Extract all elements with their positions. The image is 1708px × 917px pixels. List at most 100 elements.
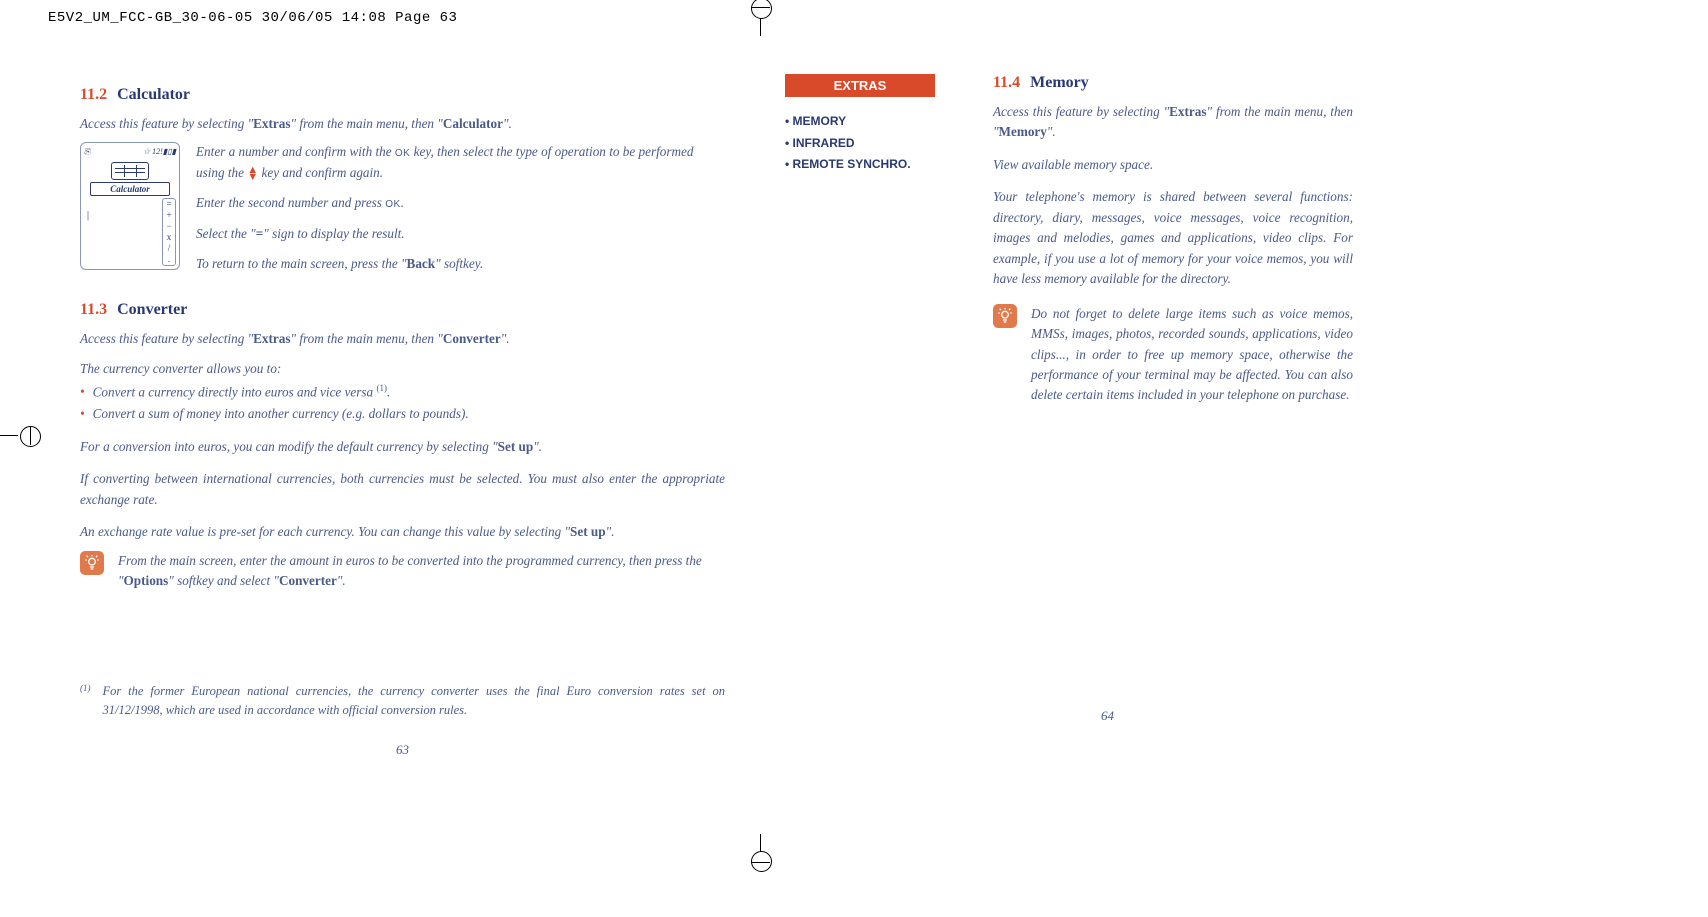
text: An exchange rate value is pre-set for ea… [80,524,570,539]
bullet-icon: • [80,382,85,403]
converter-bullet-2: • Convert a sum of money into another cu… [80,404,725,424]
phone-status-bar: ⎘ ☆ 12!▮▯▮ [84,147,176,159]
back-word: Back [407,256,436,271]
converter-p3: An exchange rate value is pre-set for ea… [80,522,725,542]
memory-tip: Do not forget to delete large items such… [993,304,1353,406]
crop-mark-bottom [760,834,761,852]
text: ". [501,331,510,346]
tip-icon [993,304,1017,328]
print-header: E5V2_UM_FCC-GB_30-06-05 30/06/05 14:08 P… [48,10,457,26]
crop-mark-top [760,18,761,36]
page-63: 11.2 Calculator Access this feature by s… [80,74,725,724]
calculator-instructions: Enter a number and confirm with the OK k… [196,142,725,284]
section-number: 11.4 [993,74,1020,91]
section-11-3-heading: 11.3 Converter [80,301,725,319]
converter-p1: For a conversion into euros, you can mod… [80,437,725,457]
nav-arrows-icon: ▲▼ [247,167,258,181]
memory-column: 11.4 Memory Access this feature by selec… [993,74,1353,670]
phone-illustration: ⎘ ☆ 12!▮▯▮ Calculator | =+−x/. [80,142,180,270]
section-title: Calculator [117,86,190,103]
text: " softkey. [435,256,483,271]
converter-lead: The currency converter allows you to: [80,359,725,379]
text: ". [1047,124,1056,139]
calc-step-1: Enter a number and confirm with the OK k… [196,142,725,183]
page-number-64: 64 [785,708,1430,724]
text: Access this feature by selecting " [80,116,253,131]
section-number: 11.2 [80,86,107,103]
memory-p1: View available memory space. [993,155,1353,175]
text: " from the main menu, then " [291,116,443,131]
text: ". [337,573,346,588]
text: Enter the second number and press [196,195,385,210]
ok-key: OK [385,199,400,210]
signal-icon: ☆ 12!▮▯▮ [143,147,176,159]
section-11-2-heading: 11.2 Calculator [80,86,725,104]
text: . [387,384,390,399]
calculator-word: Calculator [443,116,503,131]
memory-p2: Your telephone's memory is shared betwee… [993,187,1353,289]
text: ". [606,524,615,539]
text: Access this feature by selecting " [993,104,1169,119]
text: ". [503,116,512,131]
text: " softkey and select " [168,573,279,588]
extras-heading: EXTRAS [785,74,935,97]
section-title: Memory [1030,74,1089,91]
text: " sign to display the result. [263,226,404,241]
extras-word: Extras [1169,104,1206,119]
page-spread: 11.2 Calculator Access this feature by s… [80,74,1430,724]
page-number-63: 63 [80,742,725,758]
text: Enter a number and confirm with the [196,144,395,159]
calc-step-4: To return to the main screen, press the … [196,254,725,274]
converter-word: Converter [279,573,337,588]
page-64: EXTRAS MEMORY INFRARED REMOTE SYNCHRO. 1… [785,74,1430,724]
footnote-text: For the former European national currenc… [103,682,726,721]
extras-word: Extras [253,116,290,131]
section-11-4-heading: 11.4 Memory [993,74,1353,92]
converter-bullet-1: • Convert a currency directly into euros… [80,382,725,403]
extras-sidebar: EXTRAS MEMORY INFRARED REMOTE SYNCHRO. [785,74,955,670]
text: Access this feature by selecting " [80,331,253,346]
text: For a conversion into euros, you can mod… [80,439,498,454]
bullet-icon: • [80,404,85,424]
phone-label: Calculator [90,182,170,196]
calculator-block: ⎘ ☆ 12!▮▯▮ Calculator | =+−x/. Enter a n… [80,142,725,284]
phone-cursor: | [87,210,89,221]
section-number: 11.3 [80,301,107,318]
converter-p2: If converting between international curr… [80,469,725,510]
converter-tip: From the main screen, enter the amount i… [80,551,725,592]
setup-word: Set up [498,439,534,454]
calculator-intro: Access this feature by selecting "Extras… [80,114,725,134]
tip-icon [80,551,104,575]
footnote-1: (1) For the former European national cur… [80,682,725,721]
text: Select the " [196,226,256,241]
phone-keypad-icon [111,162,149,180]
text: key and confirm again. [258,165,383,180]
extras-item-remote-synchro: REMOTE SYNCHRO. [785,154,955,176]
section-title: Converter [117,301,187,318]
text: ". [533,439,542,454]
options-word: Options [124,573,169,588]
tip-text: From the main screen, enter the amount i… [118,551,725,592]
phone-operators: =+−x/. [162,198,176,266]
crop-mark-left [0,435,18,436]
footnote-ref: (1) [376,383,387,393]
text: Convert a sum of money into another curr… [93,404,469,424]
battery-icon: ⎘ [84,147,90,159]
extras-list: MEMORY INFRARED REMOTE SYNCHRO. [785,111,955,176]
footnote-marker: (1) [80,682,91,721]
ok-key: OK [395,148,410,159]
memory-intro: Access this feature by selecting "Extras… [993,102,1353,143]
extras-item-memory: MEMORY [785,111,955,133]
converter-intro: Access this feature by selecting "Extras… [80,329,725,349]
extras-word: Extras [253,331,290,346]
text: " from the main menu, then " [291,331,443,346]
text: . [401,195,404,210]
memory-tip-text: Do not forget to delete large items such… [1031,304,1353,406]
converter-word: Converter [443,331,501,346]
extras-item-infrared: INFRARED [785,133,955,155]
memory-word: Memory [999,124,1047,139]
setup-word: Set up [570,524,606,539]
text: Convert a currency directly into euros a… [93,384,377,399]
text: To return to the main screen, press the … [196,256,407,271]
calc-step-3: Select the "=" sign to display the resul… [196,224,725,244]
